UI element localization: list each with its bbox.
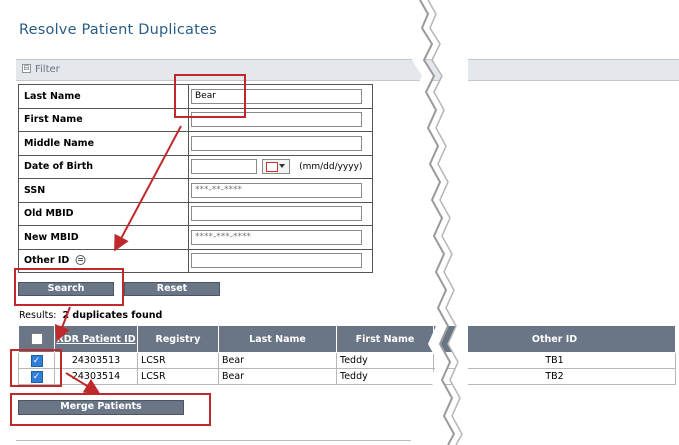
arrow-to-merge <box>65 372 101 395</box>
annotation-arrows <box>54 125 182 395</box>
arrow-to-checkboxes <box>54 306 71 342</box>
arrow-to-search <box>114 125 182 252</box>
